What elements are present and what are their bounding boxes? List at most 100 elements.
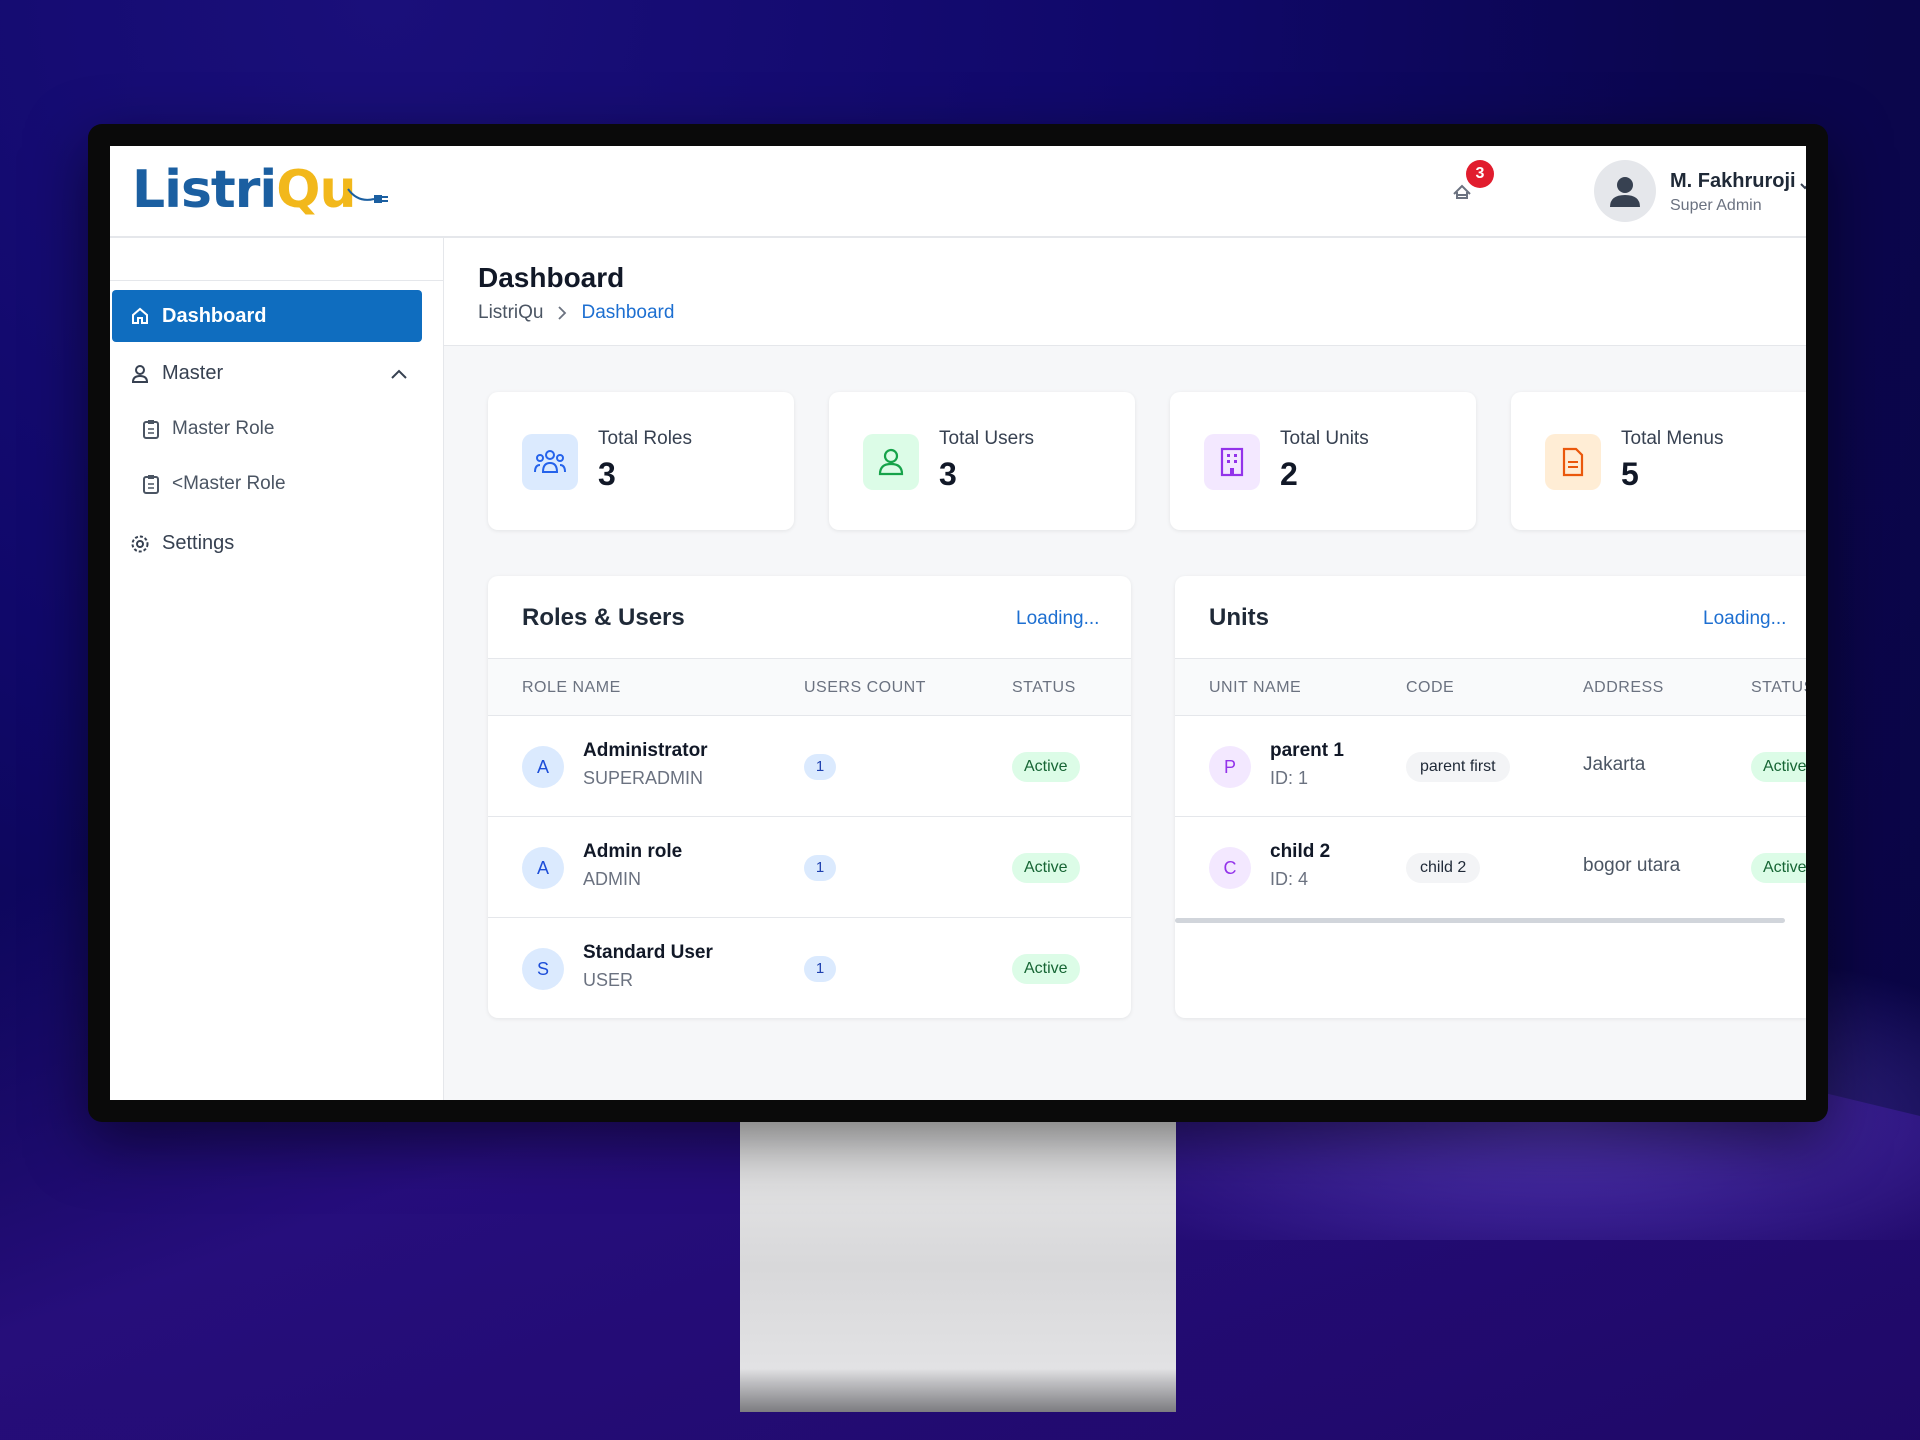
logo-text-q: Q [276,160,320,220]
sidebar-item-dashboard[interactable]: Dashboard [112,290,422,342]
users-count-badge: 1 [804,855,836,881]
stat-label: Total Roles [598,428,692,449]
stat-card-total-roles[interactable]: Total Roles 3 [488,392,794,530]
stat-label: Total Users [939,428,1035,449]
sidebar-item-settings[interactable]: Settings [130,532,234,555]
users-group-icon [522,434,578,490]
unit-id: ID: 1 [1270,768,1309,788]
sidebar: Dashboard Master Master Role <Master Rol… [110,238,444,1100]
sidebar-item-label: Settings [162,532,235,554]
stat-label: Total Units [1280,428,1369,449]
monitor-stand-base [740,1385,1176,1412]
home-icon [132,307,148,324]
status-badge: Active [1751,853,1806,883]
listriqu-logo[interactable]: ListriQu [132,160,390,224]
stat-value: 3 [939,456,957,492]
avatar: S [522,948,564,990]
stat-card-total-users[interactable]: Total Users 3 [829,392,1135,530]
screen: ListriQu 3 M. Fakhruroji Super Admin Das… [110,146,1806,1100]
role-name: Administrator [583,740,708,761]
document-icon [1545,434,1601,490]
gear-icon [131,535,149,552]
chevron-up-icon[interactable] [390,368,408,380]
status-badge: Active [1012,853,1080,883]
table-row[interactable]: P parent 1 ID: 1 parent first Jakarta Ac… [1175,716,1806,817]
sidebar-item-label: Dashboard [162,304,267,327]
unit-address: bogor utara [1583,855,1681,876]
column-header[interactable]: UNIT NAME [1209,679,1301,697]
avatar: A [522,746,564,788]
users-count-badge: 1 [804,754,836,780]
sidebar-item-label: <Master Role [172,473,286,494]
user-name[interactable]: M. Fakhruroji [1670,170,1796,193]
sidebar-item-master[interactable]: Master [130,362,223,385]
panel-title: Units [1209,604,1269,631]
status-badge: Active [1012,752,1080,782]
breadcrumb-current[interactable]: Dashboard [581,302,674,324]
top-bar: ListriQu 3 M. Fakhruroji Super Admin [110,146,1806,238]
unit-code-badge: child 2 [1406,853,1481,883]
table-header: UNIT NAME CODE ADDRESS STATUS [1175,658,1806,716]
user-icon [131,364,149,383]
chevron-down-icon[interactable] [1800,180,1806,194]
clipboard-icon [143,475,159,494]
table-row[interactable]: S Standard User USER 1 Active [488,918,1131,1018]
stat-value: 3 [598,456,616,492]
table-row[interactable]: A Administrator SUPERADMIN 1 Active [488,716,1131,817]
roles-users-panel: Roles & Users Loading... ROLE NAME USERS… [488,576,1131,1018]
monitor-stand [740,1122,1176,1412]
unit-id: ID: 4 [1270,869,1309,889]
column-header[interactable]: CODE [1406,679,1454,697]
column-header[interactable]: STATUS [1751,679,1806,697]
users-count-badge: 1 [804,956,836,982]
notification-badge: 3 [1466,160,1494,188]
role-code: SUPERADMIN [583,768,704,788]
user-icon [863,434,919,490]
unit-name: child 2 [1270,841,1331,862]
table-row[interactable]: A Admin role ADMIN 1 Active [488,817,1131,918]
unit-address: Jakarta [1583,754,1646,775]
panel-loading-link[interactable]: Loading... [1703,608,1786,630]
column-header[interactable]: STATUS [1012,679,1076,697]
column-header[interactable]: USERS COUNT [804,679,926,697]
sidebar-item-master-role-2[interactable]: <Master Role [142,473,286,495]
stat-label: Total Menus [1621,428,1724,449]
user-avatar[interactable] [1594,160,1656,222]
avatar: A [522,847,564,889]
logo-text-listri: Listri [132,160,277,220]
stat-card-total-menus[interactable]: Total Menus 5 [1511,392,1806,530]
stat-card-total-units[interactable]: Total Units 2 [1170,392,1476,530]
horizontal-scrollbar[interactable] [1175,918,1785,923]
sidebar-item-master-role[interactable]: Master Role [142,418,274,440]
table-header: ROLE NAME USERS COUNT STATUS [488,658,1131,716]
monitor-frame: ListriQu 3 M. Fakhruroji Super Admin Das… [88,124,1828,1122]
panel-title: Roles & Users [522,604,685,631]
chevron-right-icon [558,306,567,320]
panel-loading-link[interactable]: Loading... [1016,608,1099,630]
user-avatar-icon [1610,177,1640,207]
table-row[interactable]: C child 2 ID: 4 child 2 bogor utara Acti… [1175,817,1806,918]
role-code: ADMIN [583,869,641,889]
stat-value: 5 [1621,456,1639,492]
role-name: Admin role [583,841,683,862]
building-icon [1204,434,1260,490]
avatar: P [1209,746,1251,788]
status-badge: Active [1012,954,1080,984]
sidebar-divider [110,280,444,281]
sidebar-item-label: Master [162,362,224,384]
clipboard-icon [143,420,159,439]
status-badge: Active [1751,752,1806,782]
unit-name: parent 1 [1270,740,1344,761]
units-panel: Units Loading... UNIT NAME CODE ADDRESS … [1175,576,1806,1018]
page-header: Dashboard ListriQu Dashboard [444,238,1806,346]
plug-icon [346,188,388,203]
avatar: C [1209,847,1251,889]
column-header[interactable]: ADDRESS [1583,679,1664,697]
column-header[interactable]: ROLE NAME [522,679,621,697]
page-title: Dashboard [478,262,625,293]
unit-code-badge: parent first [1406,752,1510,782]
role-name: Standard User [583,942,713,963]
sidebar-item-label: Master Role [172,418,275,439]
stat-value: 2 [1280,456,1298,492]
breadcrumb-root[interactable]: ListriQu [478,302,543,324]
